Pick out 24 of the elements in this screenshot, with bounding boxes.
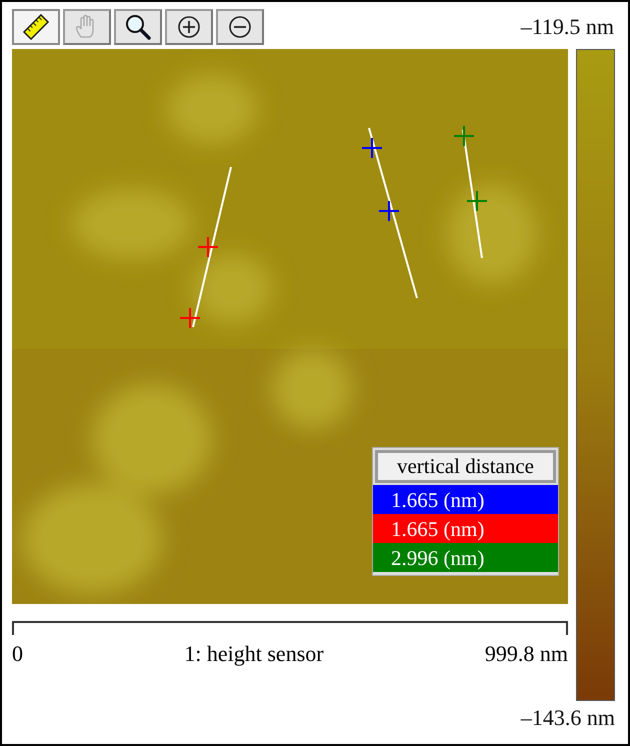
cursor-marker[interactable] bbox=[378, 200, 400, 222]
scale-end-label: 999.8 nm bbox=[484, 641, 568, 667]
distance-value: 1.665 (nm) bbox=[373, 485, 558, 514]
magnifier-icon bbox=[124, 13, 152, 41]
tool-button[interactable] bbox=[216, 9, 264, 45]
zoom-out-icon bbox=[228, 15, 252, 39]
tool-button[interactable] bbox=[114, 9, 162, 45]
cursor-marker[interactable] bbox=[466, 190, 488, 212]
scale-max-label: –119.5 nm bbox=[520, 14, 614, 40]
panel-header: vertical distance bbox=[375, 450, 556, 483]
distance-value: 2.996 (nm) bbox=[373, 543, 558, 572]
profile-line[interactable] bbox=[192, 166, 232, 328]
cursor-marker[interactable] bbox=[179, 307, 201, 329]
cursor-marker[interactable] bbox=[197, 236, 219, 258]
cursor-marker[interactable] bbox=[453, 125, 475, 147]
scale-start-label: 0 bbox=[12, 641, 23, 667]
distance-value: 1.665 (nm) bbox=[373, 514, 558, 543]
tool-button[interactable] bbox=[165, 9, 213, 45]
cursor-marker[interactable] bbox=[361, 137, 383, 159]
scale-min-label: –143.6 nm bbox=[520, 705, 615, 731]
tool-button[interactable] bbox=[12, 9, 60, 45]
channel-label: 1: height sensor bbox=[184, 641, 324, 667]
profile-line[interactable] bbox=[462, 130, 483, 258]
zoom-in-icon bbox=[177, 15, 201, 39]
